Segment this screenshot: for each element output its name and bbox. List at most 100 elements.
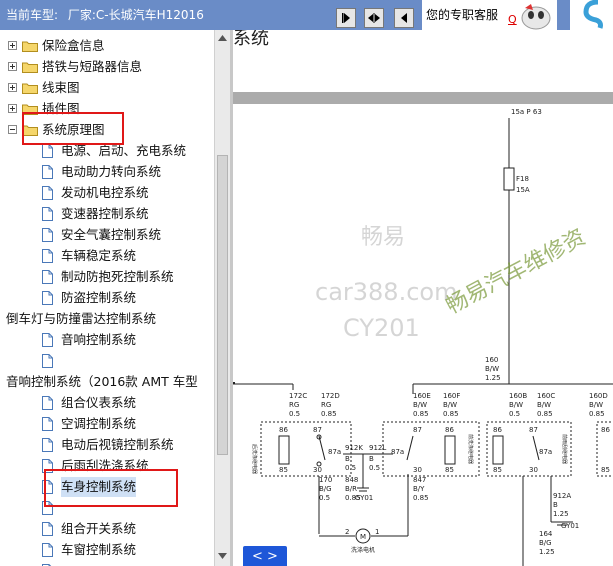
rear-washer-relay-label: 后洗涤继电器 — [251, 444, 258, 474]
folder-icon — [22, 62, 38, 73]
tree-item[interactable]: 变速器控制系统 — [0, 204, 214, 224]
tree-item[interactable]: 车辆稳定系统 — [0, 246, 214, 266]
tree-item[interactable]: 线束图 — [0, 78, 214, 98]
tree-item[interactable]: 音响控制系统（2016款 AMT 车型 — [0, 372, 214, 392]
bus-wire-color: B/W — [485, 365, 499, 373]
scroll-up-icon[interactable] — [215, 32, 230, 44]
motor-pin-1: 1 — [375, 528, 379, 536]
tree-item-label: 音响控制系统（2016款 AMT 车型 — [6, 374, 198, 389]
front-washer-relay-label: 前洗涤继电器 — [467, 434, 474, 464]
tree-item[interactable]: 搭铁与短路器信息 — [0, 57, 214, 77]
fuse-name: F18 — [516, 175, 529, 183]
wire-164-code: 164 — [539, 530, 553, 538]
watermark-line-4: 畅易汽车维修资 — [442, 225, 590, 319]
expand-icon[interactable] — [8, 104, 17, 113]
tree-scrollbar-thumb[interactable] — [217, 155, 228, 455]
document-icon — [42, 228, 53, 242]
wire-172d-code: 172D — [321, 392, 340, 400]
document-icon — [42, 165, 53, 179]
wire-160f-size: 0.85 — [443, 410, 459, 418]
wire-912a-color: B — [553, 501, 558, 509]
tree-item[interactable]: 防盗控制系统 — [0, 288, 214, 308]
tree-item[interactable]: 发动机电控系统 — [0, 183, 214, 203]
tree-item-label: 组合仪表系统 — [61, 395, 137, 410]
bus-wire-size: 1.25 — [485, 374, 501, 382]
watermark-line-3: CY201 — [343, 314, 420, 342]
wire-172d-color: RG — [321, 401, 331, 409]
tree-item[interactable]: 音响控制系统 — [0, 330, 214, 350]
wire-912k-size: 0.5 — [345, 464, 356, 472]
folder-icon — [22, 41, 38, 52]
wire-160b-color: B/W — [509, 401, 523, 409]
previous-page-icon[interactable] — [394, 8, 414, 28]
watermark-line-2: car388.com — [315, 278, 457, 306]
wiring-diagram: 15a P 63 F18 15A 160 B/W 1.25 畅易 car388.… — [233, 108, 613, 566]
pin-86-c: 86 — [493, 426, 502, 434]
tree-item-label: 倒车灯与防撞雷达控制系统 — [6, 311, 157, 326]
expand-icon[interactable] — [8, 83, 17, 92]
scroll-down-icon[interactable] — [215, 550, 230, 562]
wire-164-size: 1.25 — [539, 548, 555, 556]
tree-scrollbar[interactable] — [214, 30, 230, 566]
tree-item-label: 防盗控制系统 — [61, 290, 137, 305]
tree-item[interactable]: 组合开关系统 — [0, 519, 214, 539]
watermark-line-1: 畅易 — [361, 225, 405, 250]
tree-item[interactable] — [0, 561, 214, 566]
wire-848-color: B/R — [345, 485, 357, 493]
folder-icon — [22, 83, 38, 94]
wire-847-color: B/Y — [413, 485, 425, 493]
first-page-icon[interactable] — [336, 8, 356, 28]
diagram-title: 刂系统 — [233, 30, 269, 49]
pin-85-b: 85 — [445, 466, 454, 474]
pin-85-c: 85 — [493, 466, 502, 474]
page-nav-button[interactable]: < > — [243, 546, 287, 566]
tree-item-label: 搭铁与短路器信息 — [42, 59, 143, 74]
fuse-source-label: 15a P 63 — [511, 108, 542, 116]
tree-item[interactable]: 车窗控制系统 — [0, 540, 214, 560]
wire-160c-code: 160C — [537, 392, 555, 400]
customer-service-panel[interactable]: 您的专职客服 Q — [422, 0, 557, 30]
customer-service-link[interactable]: Q — [508, 13, 517, 26]
tree-item-label: 组合开关系统 — [61, 521, 137, 536]
tree-item[interactable]: 安全气囊控制系统 — [0, 225, 214, 245]
document-icon — [42, 396, 53, 410]
tree-item[interactable] — [0, 351, 214, 371]
motor-pin-2: 2 — [345, 528, 349, 536]
tree-item[interactable]: 电动助力转向系统 — [0, 162, 214, 182]
front-wiper-relay-label: 前雨刮继电器 — [561, 434, 568, 464]
wire-848-code: 848 — [345, 476, 358, 484]
wire-172d-size: 0.85 — [321, 410, 337, 418]
tree-item[interactable]: 保险盒信息 — [0, 36, 214, 56]
washer-motor-label: 洗涤电机 — [351, 546, 375, 554]
fit-width-icon[interactable] — [364, 8, 384, 28]
tree-item[interactable]: 制动防抱死控制系统 — [0, 267, 214, 287]
wire-172c-size: 0.5 — [289, 410, 300, 418]
tree-item[interactable]: 组合仪表系统 — [0, 393, 214, 413]
pin-86-a: 86 — [279, 426, 288, 434]
wire-170-color: B/G — [319, 485, 332, 493]
highlight-box-body-control — [44, 469, 178, 507]
tree-item[interactable]: 倒车灯与防撞雷达控制系统 — [0, 309, 214, 329]
expand-icon[interactable] — [8, 41, 17, 50]
tree-item[interactable]: 空调控制系统 — [0, 414, 214, 434]
mascot-icon — [521, 4, 551, 30]
wire-160b-code: 160B — [509, 392, 527, 400]
wire-170-size: 0.5 — [319, 494, 330, 502]
customer-service-label: 您的专职客服 — [426, 8, 499, 22]
pin-87a-a: 87a — [328, 448, 341, 456]
document-icon — [42, 417, 53, 431]
document-icon — [42, 291, 53, 305]
pin-85-a: 85 — [279, 466, 288, 474]
wire-847-size: 0.85 — [413, 494, 429, 502]
tree-item-label: 安全气囊控制系统 — [61, 227, 162, 242]
expand-icon[interactable] — [8, 62, 17, 71]
wire-912l-code: 912L — [369, 444, 386, 452]
document-icon — [42, 354, 53, 368]
pin-87-c: 87 — [529, 426, 538, 434]
tree-item-label: 电动后视镜控制系统 — [61, 437, 174, 452]
collapse-icon[interactable] — [8, 125, 17, 134]
bus-wire-code: 160 — [485, 356, 498, 364]
tree-item[interactable]: 电动后视镜控制系统 — [0, 435, 214, 455]
pin-30-c: 30 — [529, 466, 538, 474]
tree-item-label: 空调控制系统 — [61, 416, 137, 431]
